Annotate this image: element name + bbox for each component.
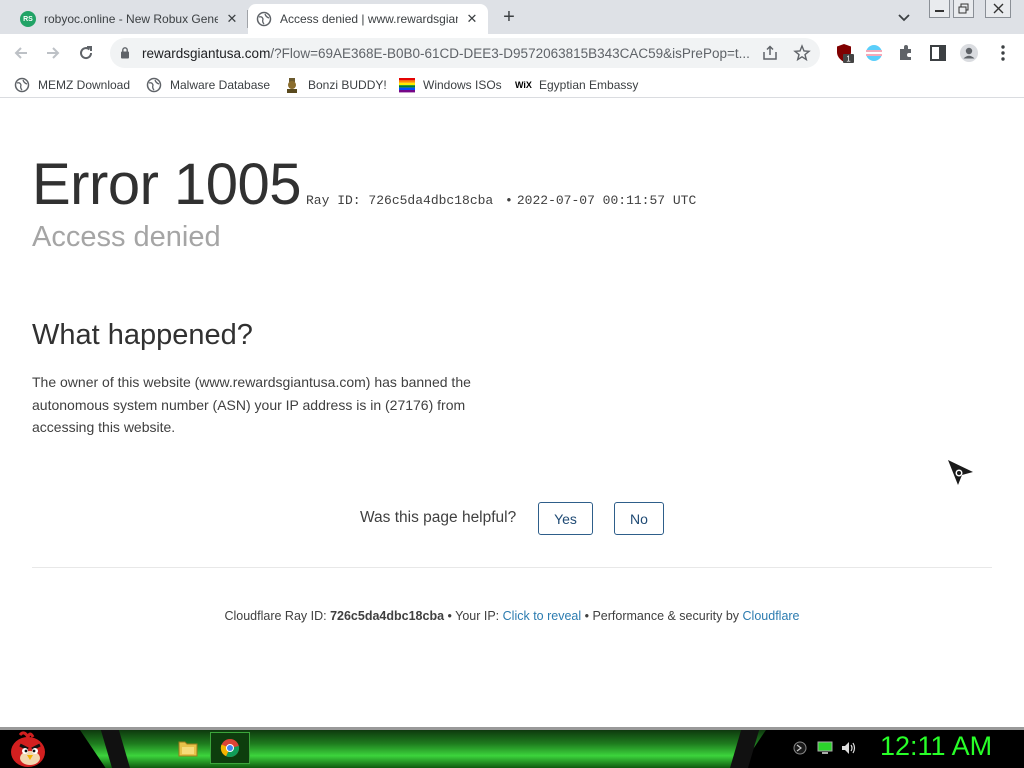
bookmark-star-icon[interactable] bbox=[793, 44, 811, 62]
chrome-icon bbox=[220, 739, 240, 758]
bookmark-bonzi-buddy[interactable]: Bonzi BUDDY! bbox=[284, 75, 387, 95]
footer-sep-perf: • Performance & security by bbox=[581, 609, 743, 623]
tab-title: robyoc.online - New Robux Generator bbox=[44, 12, 218, 26]
browser-toolbar: rewardsgiantusa.com/?Flow=69AE368E-B0B0-… bbox=[0, 34, 1024, 72]
address-bar[interactable]: rewardsgiantusa.com/?Flow=69AE368E-B0B0-… bbox=[110, 38, 820, 68]
ray-separator: • bbox=[505, 193, 513, 208]
tab-access-denied[interactable]: Access denied | www.rewardsgiantusa.com … bbox=[248, 4, 488, 34]
url-path: /?Flow=69AE368E-B0B0-61CD-DEE3-D95720638… bbox=[270, 46, 750, 61]
forward-button[interactable] bbox=[42, 42, 64, 64]
share-icon[interactable] bbox=[761, 44, 779, 62]
bonzi-icon bbox=[287, 78, 297, 93]
bookmark-egyptian-embassy[interactable]: WiX Egyptian Embassy bbox=[515, 75, 638, 95]
no-button[interactable]: No bbox=[614, 502, 664, 535]
taskbar-top-border bbox=[0, 727, 1024, 730]
taskbar: 12:11 AM bbox=[0, 727, 1024, 768]
mouse-cursor-icon bbox=[948, 460, 973, 485]
tray-monitor-icon[interactable] bbox=[817, 741, 833, 755]
tab-search-chevron-icon[interactable] bbox=[895, 8, 913, 26]
minimize-button[interactable] bbox=[929, 0, 950, 18]
globe-icon bbox=[14, 77, 30, 93]
folder-icon bbox=[178, 741, 198, 757]
bookmark-malware-database[interactable]: Malware Database bbox=[146, 75, 270, 95]
yes-button[interactable]: Yes bbox=[538, 502, 593, 535]
url-text[interactable]: rewardsgiantusa.com/?Flow=69AE368E-B0B0-… bbox=[142, 46, 752, 61]
back-button[interactable] bbox=[10, 42, 32, 64]
bookmark-windows-isos[interactable]: Windows ISOs bbox=[399, 75, 502, 95]
extension-badge: 1 bbox=[846, 55, 851, 64]
minimize-icon bbox=[935, 10, 944, 12]
cloudflare-footer: Cloudflare Ray ID: 726c5da4dbc18cba • Yo… bbox=[0, 609, 1024, 623]
close-tab-icon[interactable]: ✕ bbox=[464, 11, 480, 27]
arrow-right-icon bbox=[47, 47, 60, 59]
error-description: The owner of this website (www.rewardsgi… bbox=[32, 374, 471, 435]
ublock-extension-icon[interactable]: 1 bbox=[834, 43, 854, 63]
wix-icon: WiX bbox=[515, 80, 532, 90]
profile-avatar-icon[interactable] bbox=[959, 43, 979, 63]
what-happened-heading: What happened? bbox=[32, 319, 253, 351]
bookmark-label: Malware Database bbox=[170, 78, 271, 92]
footer-ray-prefix: Cloudflare Ray ID: bbox=[224, 609, 331, 623]
restore-button[interactable] bbox=[953, 0, 974, 18]
lock-icon[interactable] bbox=[120, 46, 130, 59]
taskbar-file-explorer[interactable] bbox=[168, 732, 208, 764]
angry-bird-start-icon[interactable] bbox=[6, 728, 48, 768]
globe-icon bbox=[146, 77, 162, 93]
close-tab-icon[interactable]: ✕ bbox=[224, 11, 240, 27]
ray-id: Ray ID: 726c5da4dbc18cba bbox=[306, 193, 494, 208]
bookmark-label: MEMZ Download bbox=[38, 78, 131, 92]
tab-strip: RS robyoc.online - New Robux Generator ✕… bbox=[0, 0, 1024, 34]
error-subtitle: Access denied bbox=[32, 221, 221, 253]
bookmark-memz[interactable]: MEMZ Download bbox=[14, 75, 130, 95]
tray-network-icon[interactable] bbox=[792, 741, 808, 755]
close-icon bbox=[993, 3, 1003, 14]
arrow-left-icon bbox=[14, 47, 27, 59]
error-title: Error 1005 bbox=[32, 152, 302, 217]
footer-ray-id: 726c5da4dbc18cba bbox=[330, 609, 445, 623]
restore-icon bbox=[958, 3, 969, 14]
extensions-puzzle-icon[interactable] bbox=[896, 43, 916, 63]
trans-flag-extension-icon[interactable] bbox=[864, 43, 884, 63]
rainbow-flag-icon bbox=[399, 78, 415, 93]
tab-title: Access denied | www.rewardsgiantusa.com bbox=[280, 12, 458, 26]
bookmark-label: Egyptian Embassy bbox=[539, 78, 639, 92]
ray-id-line: Ray ID: 726c5da4dbc18cba • 2022-07-07 00:… bbox=[306, 193, 696, 208]
helpful-question: Was this page helpful? bbox=[360, 509, 517, 526]
side-panel-icon[interactable] bbox=[928, 43, 948, 63]
bookmark-label: Bonzi BUDDY! bbox=[308, 78, 387, 92]
error-timestamp: 2022-07-07 00:11:57 UTC bbox=[516, 193, 697, 208]
globe-icon bbox=[256, 11, 272, 27]
robux-favicon-icon: RS bbox=[20, 11, 36, 27]
reload-icon bbox=[80, 46, 93, 60]
tray-volume-icon[interactable] bbox=[841, 741, 857, 755]
reveal-ip-link[interactable]: Click to reveal bbox=[503, 609, 582, 623]
tab-robyoc[interactable]: RS robyoc.online - New Robux Generator ✕ bbox=[12, 4, 248, 34]
menu-kebab-icon[interactable] bbox=[993, 43, 1013, 63]
taskbar-chrome[interactable] bbox=[210, 732, 250, 764]
page-content: Error 1005 Ray ID: 726c5da4dbc18cba • 202… bbox=[0, 99, 1024, 727]
bookmark-label: Windows ISOs bbox=[423, 78, 502, 92]
close-window-button[interactable] bbox=[985, 0, 1011, 18]
taskbar-clock[interactable]: 12:11 AM bbox=[880, 731, 992, 762]
footer-divider bbox=[32, 567, 992, 568]
new-tab-button[interactable]: + bbox=[498, 6, 520, 28]
reload-button[interactable] bbox=[75, 42, 97, 64]
bookmarks-bar: MEMZ Download Malware Database Bonzi BUD… bbox=[0, 72, 1024, 98]
footer-sep-ip: • Your IP: bbox=[444, 609, 503, 623]
cloudflare-link[interactable]: Cloudflare bbox=[743, 609, 800, 623]
url-host: rewardsgiantusa.com bbox=[142, 46, 271, 61]
